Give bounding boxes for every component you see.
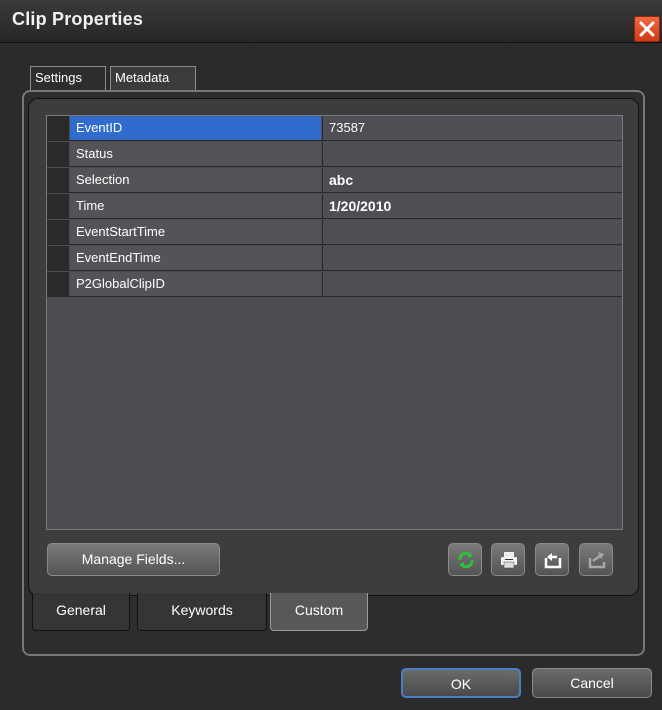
- field-value[interactable]: [322, 246, 622, 270]
- field-name[interactable]: Time: [70, 194, 321, 218]
- field-value[interactable]: 73587: [322, 116, 622, 140]
- field-value[interactable]: [322, 142, 622, 166]
- row-gutter: [47, 142, 69, 166]
- field-name[interactable]: Selection: [70, 168, 321, 192]
- field-name[interactable]: EventID: [70, 116, 321, 140]
- row-gutter: [47, 220, 69, 244]
- grid-row-status[interactable]: Status: [47, 142, 622, 167]
- field-value[interactable]: [322, 272, 622, 296]
- row-gutter: [47, 168, 69, 192]
- tab-custom[interactable]: Custom: [270, 593, 368, 631]
- export-icon: [588, 552, 606, 569]
- grid-row-p2globalclipid[interactable]: P2GlobalClipID: [47, 272, 622, 297]
- import-icon: [544, 553, 562, 569]
- dialog-title: Clip Properties: [12, 9, 144, 29]
- field-value[interactable]: abc: [322, 168, 622, 192]
- ok-button[interactable]: OK: [401, 668, 521, 698]
- close-icon: [639, 21, 655, 37]
- tab-settings[interactable]: Settings: [30, 66, 106, 90]
- field-name[interactable]: EventStartTime: [70, 220, 321, 244]
- row-gutter: [47, 272, 69, 296]
- grid-row-eventid[interactable]: EventID 73587: [47, 116, 622, 141]
- field-name[interactable]: P2GlobalClipID: [70, 272, 321, 296]
- tab-keywords[interactable]: Keywords: [137, 593, 267, 631]
- export-button[interactable]: [579, 543, 613, 576]
- grid-row-time[interactable]: Time 1/20/2010: [47, 194, 622, 219]
- grid-row-eventstarttime[interactable]: EventStartTime: [47, 220, 622, 245]
- refresh-icon: [458, 551, 474, 569]
- close-button[interactable]: [634, 16, 660, 42]
- refresh-button[interactable]: [448, 543, 482, 576]
- field-value[interactable]: [322, 220, 622, 244]
- manage-fields-button[interactable]: Manage Fields...: [47, 543, 220, 576]
- field-value[interactable]: 1/20/2010: [322, 194, 622, 218]
- row-gutter: [47, 194, 69, 218]
- print-icon: [501, 552, 517, 569]
- clip-properties-dialog: Clip Properties Settings Metadata EventI…: [0, 0, 662, 710]
- title-bar[interactable]: Clip Properties: [0, 0, 662, 43]
- grid-row-selection[interactable]: Selection abc: [47, 168, 622, 193]
- field-name[interactable]: EventEndTime: [70, 246, 321, 270]
- grid-row-eventendtime[interactable]: EventEndTime: [47, 246, 622, 271]
- import-button[interactable]: [535, 543, 569, 576]
- print-button[interactable]: [491, 543, 525, 576]
- tab-metadata[interactable]: Metadata: [110, 66, 196, 90]
- tab-general[interactable]: General: [32, 593, 130, 631]
- metadata-grid[interactable]: EventID 73587 Status Selection abc Time …: [46, 115, 623, 530]
- row-gutter: [47, 116, 69, 140]
- field-name[interactable]: Status: [70, 142, 321, 166]
- row-gutter: [47, 246, 69, 270]
- cancel-button[interactable]: Cancel: [532, 668, 652, 698]
